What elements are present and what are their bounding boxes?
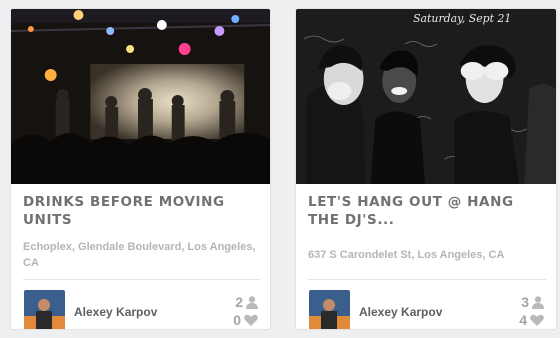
attendee-count-value: 3 [521, 294, 529, 310]
photo-caption: Saturday, Sept 21 [413, 12, 511, 25]
avatar[interactable] [309, 290, 350, 329]
event-venue: 637 S Carondelet St, Los Angeles, CA [308, 249, 505, 261]
like-count[interactable]: 0 [233, 312, 258, 328]
event-title[interactable]: DRINKS BEFORE MOVING UNITS [23, 193, 260, 229]
event-title[interactable]: LET'S HANG OUT @ HANG THE DJ'S... [308, 193, 546, 229]
event-photo[interactable] [11, 9, 270, 184]
heart-icon[interactable] [244, 314, 258, 326]
event-venue: Echoplex, Glendale Boulevard, Los Angele… [23, 241, 256, 269]
divider [23, 279, 260, 280]
like-count-value: 0 [233, 312, 241, 328]
avatar[interactable] [24, 290, 65, 329]
event-card[interactable]: DRINKS BEFORE MOVING UNITS Echoplex, Gle… [10, 8, 271, 330]
event-photo[interactable]: Saturday, Sept 21 [296, 9, 556, 184]
like-count-value: 4 [519, 312, 527, 328]
attendee-count: 2 [235, 294, 258, 310]
username[interactable]: Alexey Karpov [359, 305, 442, 319]
like-count[interactable]: 4 [519, 312, 544, 328]
attendee-count-value: 2 [235, 294, 243, 310]
heart-icon[interactable] [530, 314, 544, 326]
event-card[interactable]: Saturday, Sept 21 LET'S HANG OUT @ HANG … [295, 8, 557, 330]
attendee-count: 3 [521, 294, 544, 310]
person-icon [246, 295, 258, 309]
username[interactable]: Alexey Karpov [74, 305, 157, 319]
person-icon [532, 295, 544, 309]
divider [308, 279, 546, 280]
